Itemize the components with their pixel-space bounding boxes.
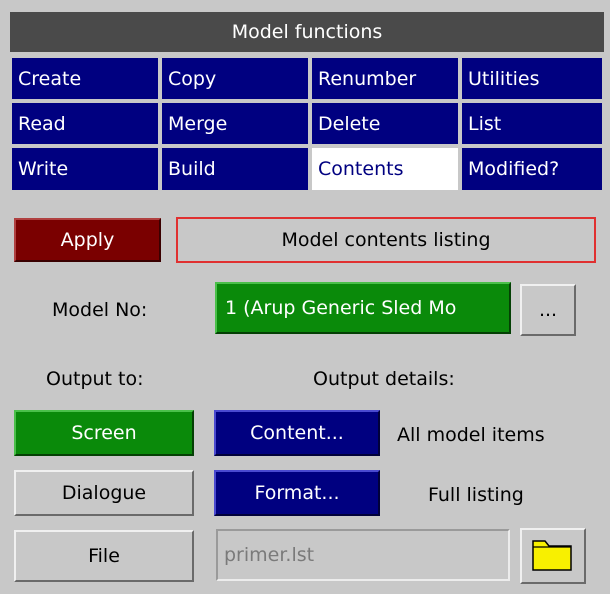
panel-title: Model functions bbox=[10, 12, 604, 54]
content-value: All model items bbox=[397, 424, 545, 446]
output-file-button[interactable]: File bbox=[14, 530, 194, 582]
format-value: Full listing bbox=[428, 484, 524, 506]
menu-create[interactable]: Create bbox=[10, 56, 160, 101]
output-dialogue-button[interactable]: Dialogue bbox=[14, 470, 194, 516]
mode-display: Model contents listing bbox=[176, 217, 596, 263]
model-selector[interactable]: 1 (Arup Generic Sled Mo bbox=[215, 282, 511, 334]
filename-input[interactable]: primer.lst bbox=[216, 529, 510, 581]
model-browse-button[interactable]: ... bbox=[520, 284, 576, 336]
browse-folder-button[interactable] bbox=[520, 528, 586, 584]
menu-renumber[interactable]: Renumber bbox=[310, 56, 460, 101]
function-menu: Create Copy Renumber Utilities Read Merge Dele… bbox=[10, 56, 604, 192]
output-to-label: Output to: bbox=[46, 368, 144, 390]
menu-build[interactable]: Build bbox=[160, 146, 310, 192]
menu-list[interactable]: List bbox=[460, 101, 604, 146]
menu-utilities[interactable]: Utilities bbox=[460, 56, 604, 101]
menu-contents[interactable]: Contents bbox=[310, 146, 460, 192]
apply-button[interactable]: Apply bbox=[14, 218, 161, 262]
menu-write[interactable]: Write bbox=[10, 146, 160, 192]
model-no-label: Model No: bbox=[52, 299, 148, 321]
content-button[interactable]: Content... bbox=[214, 410, 380, 456]
menu-merge[interactable]: Merge bbox=[160, 101, 310, 146]
format-button[interactable]: Format... bbox=[214, 470, 380, 516]
menu-delete[interactable]: Delete bbox=[310, 101, 460, 146]
folder-icon bbox=[531, 535, 575, 578]
menu-read[interactable]: Read bbox=[10, 101, 160, 146]
menu-modified[interactable]: Modified? bbox=[460, 146, 604, 192]
output-screen-button[interactable]: Screen bbox=[14, 410, 194, 456]
output-details-label: Output details: bbox=[313, 368, 455, 390]
menu-copy[interactable]: Copy bbox=[160, 56, 310, 101]
